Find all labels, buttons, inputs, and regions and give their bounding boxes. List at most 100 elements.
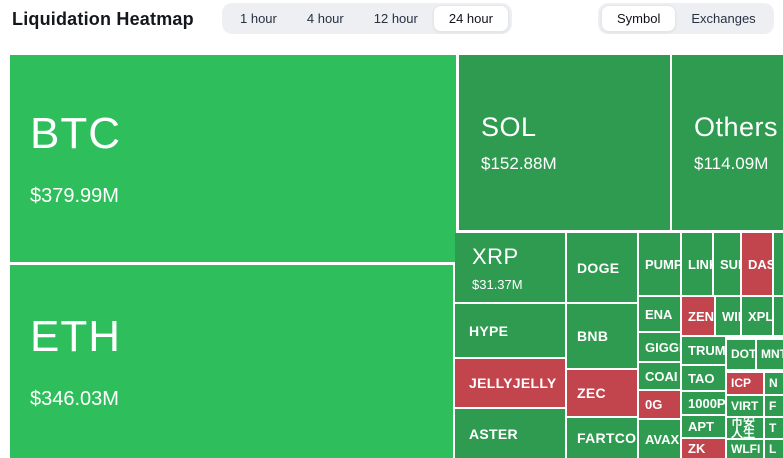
treemap-cell-dash[interactable]: DASH [742,233,772,295]
treemap-cell-others[interactable]: Others $114.09M [672,55,783,230]
treemap-cell-trump[interactable]: TRUMP [682,337,725,364]
time-range-1-hour[interactable]: 1 hour [225,6,292,31]
time-range-4-hour[interactable]: 4 hour [292,6,359,31]
view-toggle-symbol[interactable]: Symbol [601,5,676,32]
time-range-12-hour[interactable]: 12 hour [359,6,433,31]
treemap-cell-l[interactable]: L [765,440,783,458]
treemap-cell-icp[interactable]: ICP [727,373,763,394]
cell-symbol: MNT [761,349,783,360]
cell-liquidation-value: $31.37M [472,277,523,292]
treemap-cell-1000p[interactable]: 1000P [682,392,725,414]
treemap-cell-bnb[interactable]: BNB [567,304,637,368]
treemap-cell-virt[interactable]: VIRT [727,396,763,416]
treemap-cell-coai[interactable]: COAI [639,363,680,389]
treemap-cell-xrp[interactable]: XRP $31.37M [459,233,565,302]
cell-symbol: BTC [30,109,121,159]
cell-symbol: DOT [731,349,755,360]
cell-symbol: TRUMP [688,343,725,358]
time-range-group: 1 hour4 hour12 hour24 hour [222,3,512,34]
treemap-cell-jellyjelly[interactable]: JELLYJELLY [459,359,565,407]
treemap-cell-pump[interactable]: PUMP [639,233,680,295]
cell-symbol: ZEC [577,385,606,401]
cell-symbol: DASH [748,257,772,272]
treemap-cell-zen[interactable]: ZEN [682,297,714,335]
treemap-cell-sol[interactable]: SOL $152.88M [459,55,670,230]
treemap-cell-zec[interactable]: ZEC [567,370,637,416]
treemap-cell-sui[interactable]: SUI [714,233,740,295]
treemap-cell-sliver[interactable] [455,409,459,458]
treemap-cell-sliver[interactable] [774,233,783,295]
cell-symbol: SOL [481,112,537,143]
cell-symbol: XRP [472,244,519,270]
treemap-cell-xpl[interactable]: XPL [742,297,772,335]
treemap-cell-apt[interactable]: APT [682,416,725,437]
cell-symbol: DOGE [577,260,619,276]
treemap-cell-dot[interactable]: DOT [727,340,755,369]
cell-symbol: XPL [748,309,772,324]
time-range-24-hour[interactable]: 24 hour [433,5,509,32]
cell-liquidation-value: $379.99M [30,185,119,208]
treemap-cell-eth[interactable]: ETH $346.03M [10,265,453,458]
cell-symbol: 币安 人生 [731,418,755,438]
cell-symbol: BNB [577,328,608,344]
treemap-cell-link[interactable]: LINK [682,233,712,295]
treemap-cell-t[interactable]: T [765,418,783,438]
treemap-cell-mnt[interactable]: MNT [757,340,783,369]
treemap-cell-avax[interactable]: AVAX [639,420,680,458]
treemap-cell-btc[interactable]: BTC $379.99M [10,55,456,262]
treemap-cell-币安-人生[interactable]: 币安 人生 [727,418,763,438]
cell-symbol: 0G [645,397,662,412]
liquidation-heatmap-app: Liquidation Heatmap 1 hour4 hour12 hour2… [0,0,783,458]
cell-symbol: ICP [731,378,751,389]
treemap-cell-sliver[interactable] [455,233,459,302]
cell-symbol: AVAX [645,432,679,447]
cell-symbol: ETH [30,312,121,362]
cell-symbol: FARTCOIN [577,430,637,446]
cell-symbol: T [769,423,776,434]
liquidation-treemap: BTC $379.99M ETH $346.03M SOL $152.88M Others $… [0,45,783,458]
header: Liquidation Heatmap 1 hour4 hour12 hour2… [0,0,783,45]
cell-symbol: WLFI [731,444,760,455]
treemap-cell-sliver[interactable] [455,359,459,407]
cell-symbol: WIF [722,309,740,324]
treemap-cell-fartcoin[interactable]: FARTCOIN [567,418,637,458]
treemap-cell-doge[interactable]: DOGE [567,233,637,302]
cell-symbol: ZK [688,441,705,456]
cell-liquidation-value: $346.03M [30,388,119,411]
cell-symbol: ASTER [469,426,518,442]
treemap-cell-n[interactable]: N [765,373,783,394]
treemap-cell-zk[interactable]: ZK [682,439,725,458]
cell-symbol: ZEN [688,309,714,324]
cell-symbol: 1000P [688,396,725,411]
treemap-cell-f[interactable]: F [765,396,783,416]
treemap-cell-0g[interactable]: 0G [639,391,680,418]
view-toggle-exchanges[interactable]: Exchanges [676,6,770,31]
cell-symbol: SUI [720,257,740,272]
cell-liquidation-value: $114.09M [694,154,768,174]
treemap-cell-giggle[interactable]: GIGGLE [639,333,680,361]
treemap-cell-sliver[interactable] [774,297,783,335]
cell-symbol: JELLYJELLY [469,375,557,391]
cell-liquidation-value: $152.88M [481,154,557,174]
cell-symbol: LINK [688,257,712,272]
cell-symbol: PUMP [645,257,680,272]
cell-symbol: COAI [645,369,678,384]
treemap-cell-aster[interactable]: ASTER [459,409,565,458]
cell-symbol: ENA [645,307,672,322]
cell-symbol: HYPE [469,323,508,339]
cell-symbol: Others [694,112,778,143]
treemap-cell-ena[interactable]: ENA [639,297,680,331]
treemap-cell-hype[interactable]: HYPE [459,304,565,357]
cell-symbol: TAO [688,371,714,386]
cell-symbol: VIRT [731,401,758,412]
treemap-cell-wlfi[interactable]: WLFI [727,440,763,458]
cell-symbol: F [769,401,776,412]
cell-symbol: N [769,378,778,389]
cell-symbol: APT [688,419,714,434]
treemap-cell-wif[interactable]: WIF [716,297,740,335]
treemap-cell-tao[interactable]: TAO [682,366,725,390]
treemap-cell-sliver[interactable] [455,304,459,357]
cell-symbol: GIGGLE [645,340,680,355]
cell-symbol: L [769,444,776,455]
view-toggle-group: SymbolExchanges [598,3,774,34]
